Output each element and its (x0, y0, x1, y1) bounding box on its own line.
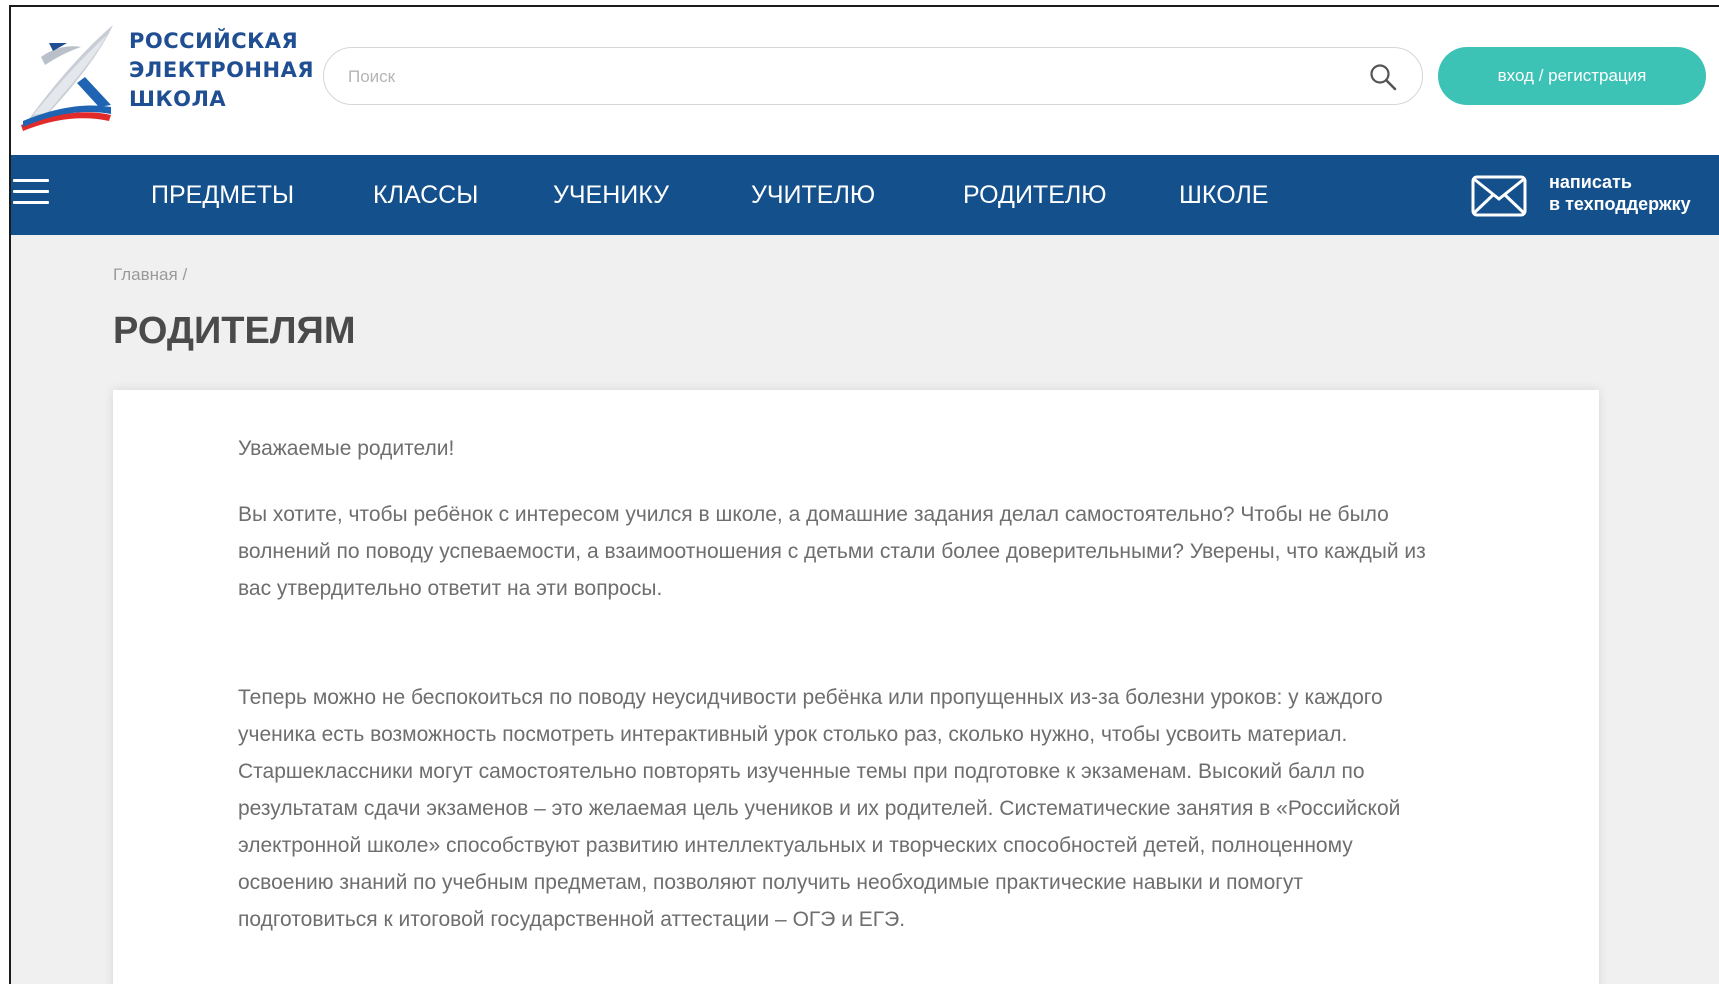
support-link[interactable]: написать в техподдержку (1471, 169, 1711, 221)
login-register-button[interactable]: вход / регистрация (1438, 47, 1706, 105)
greeting-text: Уважаемые родители! (238, 437, 455, 460)
logo-text[interactable]: РОССИЙСКАЯ ЭЛЕКТРОННАЯ ШКОЛА (129, 27, 314, 114)
logo-line: ЭЛЕКТРОННАЯ (129, 58, 315, 82)
details-paragraph: Теперь можно не беспокоиться по поводу н… (238, 686, 1401, 931)
breadcrumb-home-link[interactable]: Главная (113, 265, 178, 284)
search-icon[interactable] (1368, 62, 1398, 92)
hamburger-menu-icon[interactable] (13, 179, 49, 211)
breadcrumb: Главная / (113, 265, 187, 285)
support-label-line: в техподдержку (1549, 194, 1691, 214)
logo-line: РОССИЙСКАЯ (129, 29, 299, 53)
main-navigation: ПРЕДМЕТЫ КЛАССЫ УЧЕНИКУ УЧИТЕЛЮ РОДИТЕЛЮ… (11, 155, 1719, 235)
nav-item-student[interactable]: УЧЕНИКУ (553, 155, 669, 235)
browser-viewport: РОССИЙСКАЯ ЭЛЕКТРОННАЯ ШКОЛА вход / реги… (9, 5, 1719, 984)
search-input[interactable] (346, 62, 1330, 92)
nav-item-parent[interactable]: РОДИТЕЛЮ (963, 155, 1107, 235)
logo-line: ШКОЛА (129, 87, 227, 111)
content-card: Уважаемые родители! Вы хотите, чтобы реб… (113, 390, 1599, 984)
mail-icon (1471, 175, 1527, 217)
nav-item-classes[interactable]: КЛАССЫ (373, 155, 478, 235)
nav-item-teacher[interactable]: УЧИТЕЛЮ (751, 155, 875, 235)
nav-item-subjects[interactable]: ПРЕДМЕТЫ (151, 155, 294, 235)
site-header: РОССИЙСКАЯ ЭЛЕКТРОННАЯ ШКОЛА вход / реги… (11, 7, 1719, 155)
page-title: РОДИТЕЛЯМ (113, 310, 356, 352)
search-box (323, 47, 1423, 105)
nav-item-school[interactable]: ШКОЛЕ (1179, 155, 1268, 235)
support-label: написать в техподдержку (1549, 171, 1691, 215)
support-label-line: написать (1549, 172, 1632, 192)
breadcrumb-separator: / (182, 265, 188, 284)
rosh-logo-icon[interactable] (15, 17, 127, 135)
intro-paragraph: Вы хотите, чтобы ребёнок с интересом учи… (238, 503, 1426, 600)
